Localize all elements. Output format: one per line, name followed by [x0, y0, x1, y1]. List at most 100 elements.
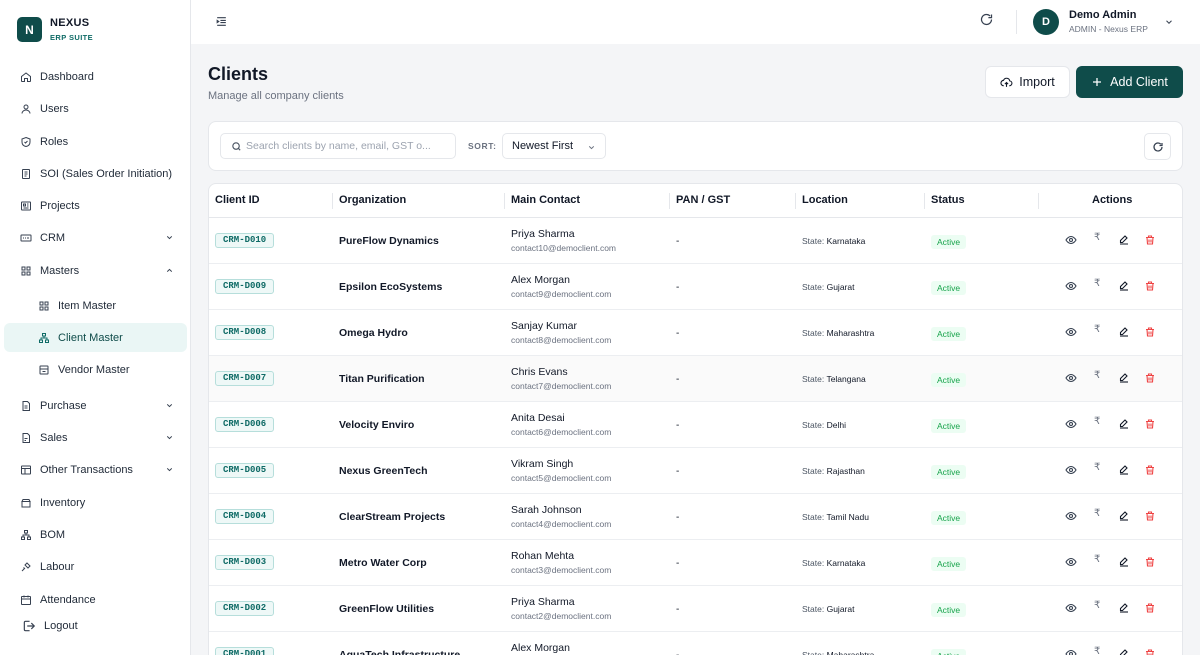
sidebar-item-inventory[interactable]: Inventory	[4, 488, 187, 517]
sort-select[interactable]: Newest First	[502, 133, 606, 159]
edit-icon[interactable]	[1118, 372, 1130, 384]
refresh-list-button[interactable]	[1144, 133, 1171, 160]
location: State: Maharashtra	[802, 328, 874, 338]
client-id-badge[interactable]: CRM-D010	[215, 233, 275, 248]
client-id-badge[interactable]: CRM-D007	[215, 371, 275, 386]
sidebar-toggle-icon[interactable]	[215, 15, 228, 28]
rupee-icon[interactable]: ₹	[1094, 600, 1100, 611]
user-name[interactable]: Demo Admin	[1069, 9, 1136, 21]
delete-icon[interactable]	[1144, 648, 1156, 655]
sidebar-item-purchase[interactable]: Purchase	[4, 391, 187, 420]
delete-icon[interactable]	[1144, 602, 1156, 614]
client-id-badge[interactable]: CRM-D002	[215, 601, 275, 616]
delete-icon[interactable]	[1144, 372, 1156, 384]
client-id-badge[interactable]: CRM-D005	[215, 463, 275, 478]
logout-button[interactable]: Logout	[4, 611, 187, 640]
search-box[interactable]	[220, 133, 456, 159]
table-row[interactable]: CRM-D008 Omega Hydro Sanjay Kumar contact8@…	[209, 310, 1182, 356]
table-row[interactable]: CRM-D001 AquaTech Infrastructure Alex Morg…	[209, 632, 1182, 655]
sidebar-item-crm[interactable]: CRM	[4, 223, 187, 252]
table-row[interactable]: CRM-D010 PureFlow Dynamics Priya Sharma con…	[209, 218, 1182, 264]
column-header-status[interactable]: Status	[931, 194, 965, 206]
rupee-icon[interactable]: ₹	[1094, 646, 1100, 655]
column-header-client-id[interactable]: Client ID	[215, 194, 260, 206]
state-value: Karnataka	[826, 558, 866, 568]
view-icon[interactable]	[1065, 464, 1077, 476]
client-id-badge[interactable]: CRM-D009	[215, 279, 275, 294]
delete-icon[interactable]	[1144, 326, 1156, 338]
table-row[interactable]: CRM-D002 GreenFlow Utilities Priya Sharma c…	[209, 586, 1182, 632]
sidebar-item-users[interactable]: Users	[4, 94, 187, 123]
rupee-icon[interactable]: ₹	[1094, 554, 1100, 565]
client-id-badge[interactable]: CRM-D006	[215, 417, 275, 432]
sidebar-item-item-master[interactable]: Item Master	[4, 291, 187, 320]
rupee-icon[interactable]: ₹	[1094, 232, 1100, 243]
view-icon[interactable]	[1065, 602, 1077, 614]
rupee-icon[interactable]: ₹	[1094, 508, 1100, 519]
client-id-badge[interactable]: CRM-D001	[215, 647, 275, 655]
view-icon[interactable]	[1065, 418, 1077, 430]
organization-name: Metro Water Corp	[339, 557, 427, 569]
view-icon[interactable]	[1065, 326, 1077, 338]
delete-icon[interactable]	[1144, 556, 1156, 568]
sidebar-item-other-transactions[interactable]: Other Transactions	[4, 455, 187, 484]
view-icon[interactable]	[1065, 648, 1077, 655]
refresh-icon[interactable]	[979, 12, 994, 27]
add-client-button[interactable]: Add Client	[1076, 66, 1183, 98]
client-id-badge[interactable]: CRM-D008	[215, 325, 275, 340]
sidebar-item-roles[interactable]: Roles	[4, 127, 187, 156]
view-icon[interactable]	[1065, 510, 1077, 522]
sidebar-item-sales[interactable]: Sales	[4, 423, 187, 452]
column-header-pan-gst[interactable]: PAN / GST	[676, 194, 730, 206]
sidebar-item-client-master[interactable]: Client Master	[4, 323, 187, 352]
view-icon[interactable]	[1065, 280, 1077, 292]
sidebar-item-vendor-master[interactable]: Vendor Master	[4, 355, 187, 384]
edit-icon[interactable]	[1118, 234, 1130, 246]
sidebar-item-dashboard[interactable]: Dashboard	[4, 62, 187, 91]
import-button[interactable]: Import	[985, 66, 1070, 98]
delete-icon[interactable]	[1144, 464, 1156, 476]
table-row[interactable]: CRM-D006 Velocity Enviro Anita Desai contac…	[209, 402, 1182, 448]
avatar[interactable]: D	[1033, 9, 1059, 35]
brand[interactable]: N NEXUS ERP SUITE	[17, 17, 93, 42]
delete-icon[interactable]	[1144, 280, 1156, 292]
delete-icon[interactable]	[1144, 418, 1156, 430]
column-header-location[interactable]: Location	[802, 194, 848, 206]
view-icon[interactable]	[1065, 556, 1077, 568]
edit-icon[interactable]	[1118, 280, 1130, 292]
edit-icon[interactable]	[1118, 326, 1130, 338]
table-row[interactable]: CRM-D003 Metro Water Corp Rohan Mehta conta…	[209, 540, 1182, 586]
sidebar-item-attendance[interactable]: Attendance	[4, 585, 187, 614]
client-id-badge[interactable]: CRM-D003	[215, 555, 275, 570]
delete-icon[interactable]	[1144, 510, 1156, 522]
search-input[interactable]	[246, 140, 455, 152]
view-icon[interactable]	[1065, 234, 1077, 246]
table-row[interactable]: CRM-D005 Nexus GreenTech Vikram Singh conta…	[209, 448, 1182, 494]
edit-icon[interactable]	[1118, 602, 1130, 614]
rupee-icon[interactable]: ₹	[1094, 278, 1100, 289]
table-row[interactable]: CRM-D004 ClearStream Projects Sarah Johnso…	[209, 494, 1182, 540]
edit-icon[interactable]	[1118, 556, 1130, 568]
sidebar-item-masters[interactable]: Masters	[4, 256, 187, 285]
delete-icon[interactable]	[1144, 234, 1156, 246]
table-row[interactable]: CRM-D009 Epsilon EcoSystems Alex Morgan con…	[209, 264, 1182, 310]
edit-icon[interactable]	[1118, 418, 1130, 430]
rupee-icon[interactable]: ₹	[1094, 324, 1100, 335]
rupee-icon[interactable]: ₹	[1094, 416, 1100, 427]
sidebar-item-projects[interactable]: Projects	[4, 191, 187, 220]
rupee-icon[interactable]: ₹	[1094, 462, 1100, 473]
table-row[interactable]: CRM-D007 Titan Purification Chris Evans con…	[209, 356, 1182, 402]
rupee-icon[interactable]: ₹	[1094, 370, 1100, 381]
column-header-main-contact[interactable]: Main Contact	[511, 194, 580, 206]
edit-icon[interactable]	[1118, 648, 1130, 655]
sidebar-item-bom[interactable]: BOM	[4, 520, 187, 549]
edit-icon[interactable]	[1118, 510, 1130, 522]
contact-name: Chris Evans	[511, 366, 568, 378]
view-icon[interactable]	[1065, 372, 1077, 384]
chevron-down-icon[interactable]	[1164, 17, 1174, 27]
edit-icon[interactable]	[1118, 464, 1130, 476]
sidebar-item-labour[interactable]: Labour	[4, 552, 187, 581]
column-header-organization[interactable]: Organization	[339, 194, 406, 206]
sidebar-item-soi[interactable]: SOI (Sales Order Initiation)	[4, 159, 187, 188]
client-id-badge[interactable]: CRM-D004	[215, 509, 275, 524]
